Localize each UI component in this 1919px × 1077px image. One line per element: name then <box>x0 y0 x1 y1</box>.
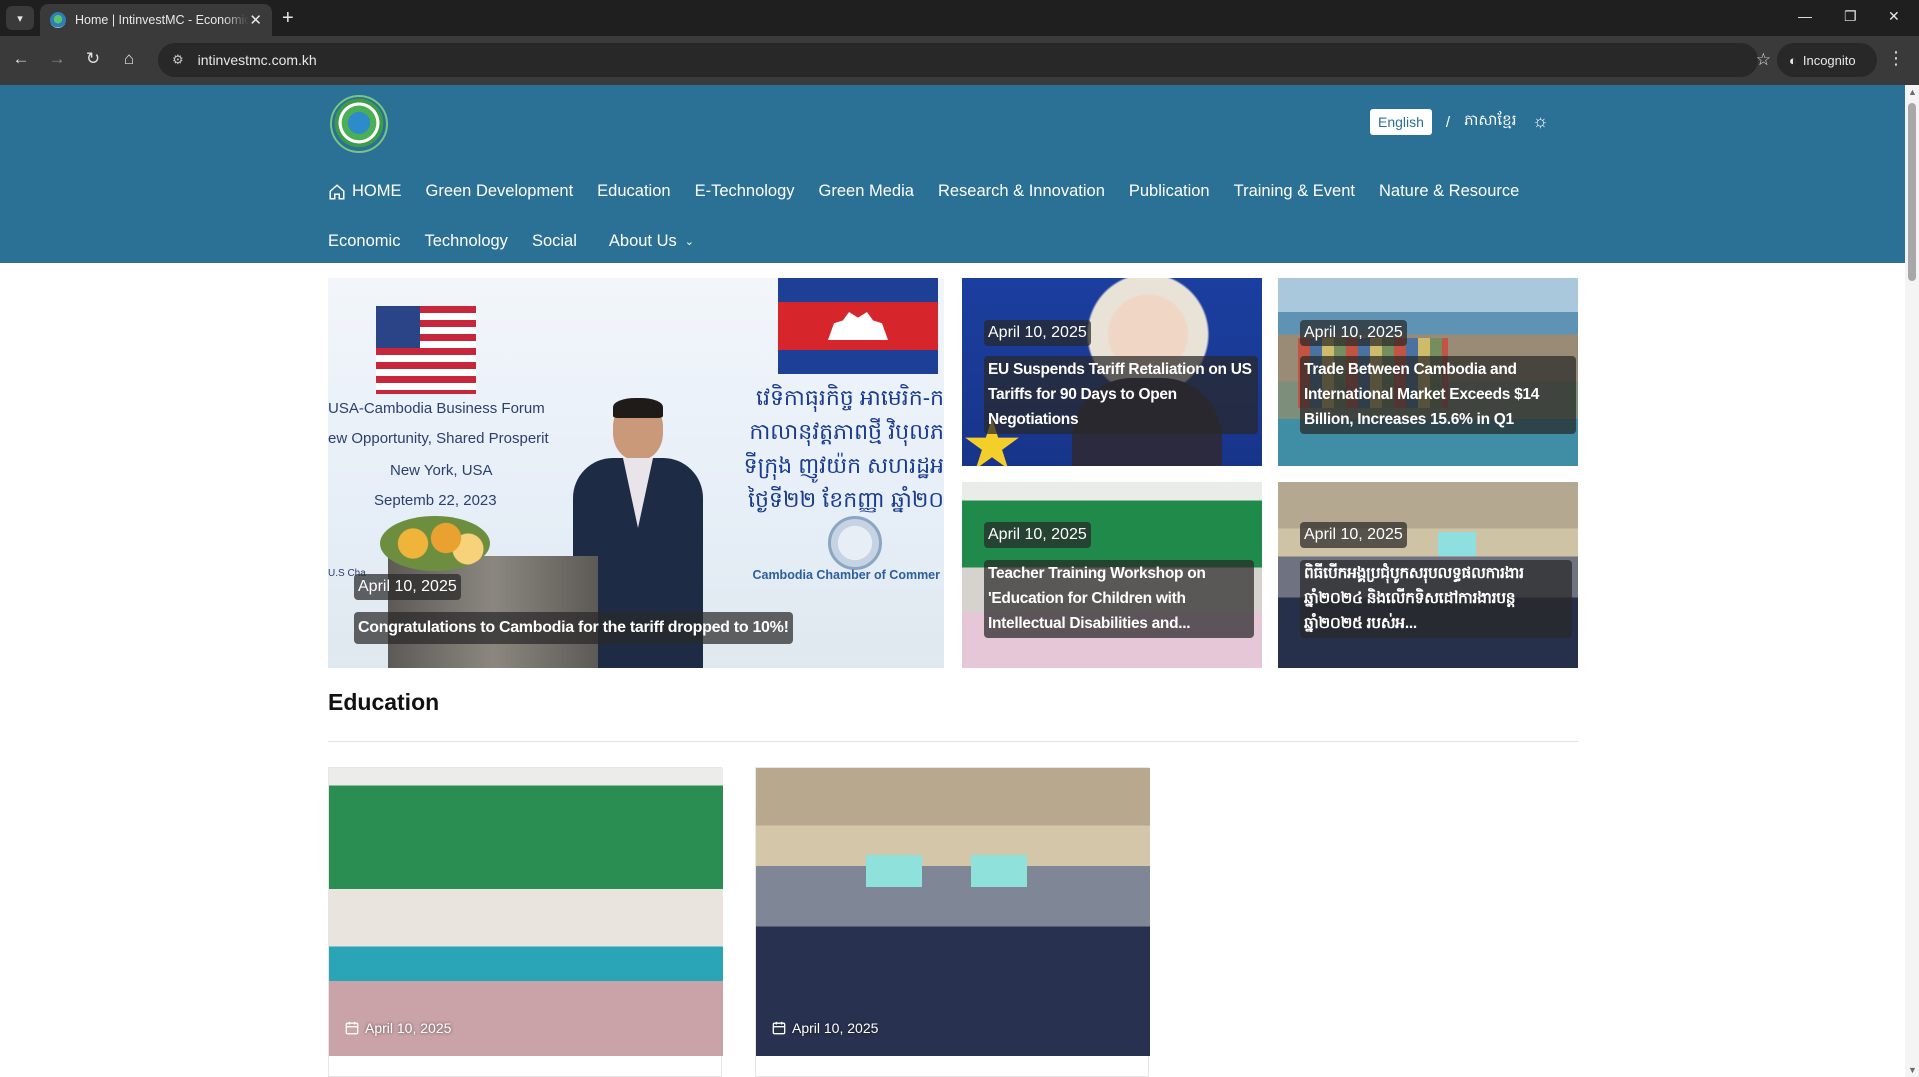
featured-date: April 10, 2025 <box>984 320 1091 346</box>
nav-nature-resource[interactable]: Nature & Resource <box>1379 182 1519 201</box>
site-header: English / ភាសាខ្មែរ ☼ HOME Green Develop… <box>0 85 1905 263</box>
browser-toolbar: ← → ↻ ⌂ ⚙ intinvestmc.com.kh ☆ ◐ Incogni… <box>0 36 1919 85</box>
back-arrow-icon[interactable]: ← <box>10 49 32 69</box>
section-divider <box>328 741 1578 742</box>
featured-title[interactable]: EU Suspends Tariff Retaliation on US Tar… <box>984 356 1258 435</box>
address-url: intinvestmc.com.kh <box>197 52 317 68</box>
banner-city-text: New York, USA <box>390 462 493 479</box>
address-bar[interactable]: ⚙ intinvestmc.com.kh <box>158 43 1758 77</box>
restore-icon[interactable]: ❐ <box>1844 8 1857 25</box>
nav-green-development[interactable]: Green Development <box>426 182 574 201</box>
banner-khmer-line-4: ថ្ងៃទី២២ ខែកញ្ញា ឆ្នាំ២០ <box>747 487 944 512</box>
education-card-date: April 10, 2025 <box>772 1020 878 1036</box>
banner-khmer-line-2: កាលានុវត្តភាពថ្មី វិបុលភ <box>749 419 944 444</box>
nav-education[interactable]: Education <box>597 182 670 201</box>
banner-tagline-text: ew Opportunity, Shared Prosperit <box>328 430 549 447</box>
nav-publication[interactable]: Publication <box>1129 182 1210 201</box>
education-card-date-text: April 10, 2025 <box>792 1020 879 1036</box>
featured-date: April 10, 2025 <box>1300 320 1407 346</box>
featured-title[interactable]: Teacher Training Workshop on 'Education … <box>984 560 1254 639</box>
featured-title[interactable]: Trade Between Cambodia and International… <box>1300 356 1576 435</box>
site-logo[interactable] <box>330 95 388 153</box>
main-nav-row-2: Economic Technology Social About Us ⌄ <box>328 232 694 251</box>
incognito-label: Incognito <box>1802 52 1856 68</box>
lang-separator: / <box>1445 113 1451 131</box>
education-card-image[interactable] <box>329 768 723 1056</box>
featured-title[interactable]: ពិធីបើកអង្គប្រជុំបូកសរុបលទ្ធផលការងារ ឆ្ន… <box>1300 560 1572 639</box>
nav-home-label: HOME <box>352 182 402 200</box>
education-card-date: April 10, 2025 <box>345 1020 451 1036</box>
featured-main-article[interactable]: USA-Cambodia Business Forum ew Opportuni… <box>328 278 944 668</box>
featured-title[interactable]: Congratulations to Cambodia for the tari… <box>354 612 793 644</box>
us-flag-graphic <box>376 306 476 394</box>
featured-article-khmer-meeting[interactable]: April 10, 2025 ពិធីបើកអង្គប្រជុំបូកសរុបល… <box>1278 482 1578 668</box>
nav-home[interactable]: HOME <box>328 182 402 201</box>
banner-khmer-line-1: វេទិកាធុរកិច្ច អាមេរិក-ក <box>756 385 944 410</box>
chamber-seal-graphic <box>828 516 882 570</box>
tab-close-icon[interactable]: ✕ <box>249 11 262 29</box>
banner-chamber-text: Cambodia Chamber of Commer <box>752 568 940 582</box>
browser-tab-bar: ▾ Home | IntinvestMC - Economic ✕ + — ❐ … <box>0 0 1919 36</box>
featured-article-eu-tariff[interactable]: April 10, 2025 EU Suspends Tariff Retali… <box>962 278 1262 466</box>
bookmark-star-icon[interactable]: ☆ <box>1756 50 1771 70</box>
featured-article-teacher-training[interactable]: April 10, 2025 Teacher Training Workshop… <box>962 482 1262 668</box>
nav-economic[interactable]: Economic <box>328 232 400 251</box>
page-scrollbar[interactable]: ▲ ▼ <box>1905 85 1919 1077</box>
browser-tab-active[interactable]: Home | IntinvestMC - Economic ✕ <box>40 4 272 36</box>
conference-screen-graphic <box>1438 532 1476 556</box>
home-browser-icon[interactable]: ⌂ <box>118 49 140 69</box>
reload-icon[interactable]: ↻ <box>82 49 104 69</box>
minimize-icon[interactable]: — <box>1798 8 1812 24</box>
scroll-down-arrow-icon[interactable]: ▼ <box>1908 1065 1917 1075</box>
featured-date: April 10, 2025 <box>1300 522 1407 548</box>
featured-article-trade[interactable]: April 10, 2025 Trade Between Cambodia an… <box>1278 278 1578 466</box>
education-card[interactable]: April 10, 2025 <box>328 767 723 1077</box>
incognito-badge[interactable]: ◐ Incognito <box>1777 43 1877 77</box>
nav-research-innovation[interactable]: Research & Innovation <box>938 182 1105 201</box>
featured-date: April 10, 2025 <box>984 522 1091 548</box>
page-viewport: English / ភាសាខ្មែរ ☼ HOME Green Develop… <box>0 85 1905 1077</box>
education-card[interactable]: April 10, 2025 <box>755 767 1150 1077</box>
scrollbar-thumb[interactable] <box>1908 103 1916 281</box>
flowers-graphic <box>380 516 490 571</box>
nav-e-technology[interactable]: E-Technology <box>695 182 795 201</box>
language-switcher: English / ភាសាខ្មែរ <box>1370 109 1516 135</box>
banner-date-text: Septemb 22, 2023 <box>374 492 497 509</box>
nav-social[interactable]: Social <box>532 232 577 251</box>
calendar-icon <box>345 1021 359 1035</box>
section-title-education: Education <box>328 689 440 715</box>
nav-training-event[interactable]: Training & Event <box>1234 182 1355 201</box>
incognito-icon: ◐ <box>1789 52 1797 68</box>
main-nav-row-1: HOME Green Development Education E-Techn… <box>328 182 1519 201</box>
nav-technology[interactable]: Technology <box>424 232 507 251</box>
lang-khmer-button[interactable]: ភាសាខ្មែរ <box>1464 111 1516 133</box>
banner-forum-text: USA-Cambodia Business Forum <box>328 400 545 417</box>
education-card-date-text: April 10, 2025 <box>365 1020 452 1036</box>
nav-about-us[interactable]: About Us ⌄ <box>609 232 694 251</box>
tab-search-chevron-icon[interactable]: ▾ <box>6 6 34 30</box>
browser-menu-icon[interactable]: ⋮ <box>1887 48 1905 69</box>
cambodia-flag-graphic <box>778 278 938 374</box>
nav-about-us-label: About Us <box>608 232 677 250</box>
new-tab-plus-icon[interactable]: + <box>282 6 294 30</box>
featured-date: April 10, 2025 <box>354 574 461 600</box>
scroll-up-arrow-icon[interactable]: ▲ <box>1908 87 1917 97</box>
calendar-icon <box>772 1021 786 1035</box>
tab-title: Home | IntinvestMC - Economic <box>75 13 249 27</box>
nav-green-media[interactable]: Green Media <box>819 182 914 201</box>
window-close-icon[interactable]: ✕ <box>1888 8 1900 25</box>
banner-khmer-line-3: ទីក្រុង ញូវយ៉ក សហរដ្ឋអ <box>743 453 944 478</box>
forward-arrow-icon[interactable]: → <box>46 49 68 69</box>
education-card-image[interactable] <box>756 768 1150 1056</box>
site-favicon-icon <box>50 12 66 28</box>
lang-english-button[interactable]: English <box>1370 109 1432 135</box>
site-info-icon[interactable]: ⚙ <box>172 52 184 68</box>
home-icon <box>329 183 345 199</box>
sun-icon[interactable]: ☼ <box>1532 111 1549 132</box>
chevron-down-icon: ⌄ <box>684 236 694 248</box>
